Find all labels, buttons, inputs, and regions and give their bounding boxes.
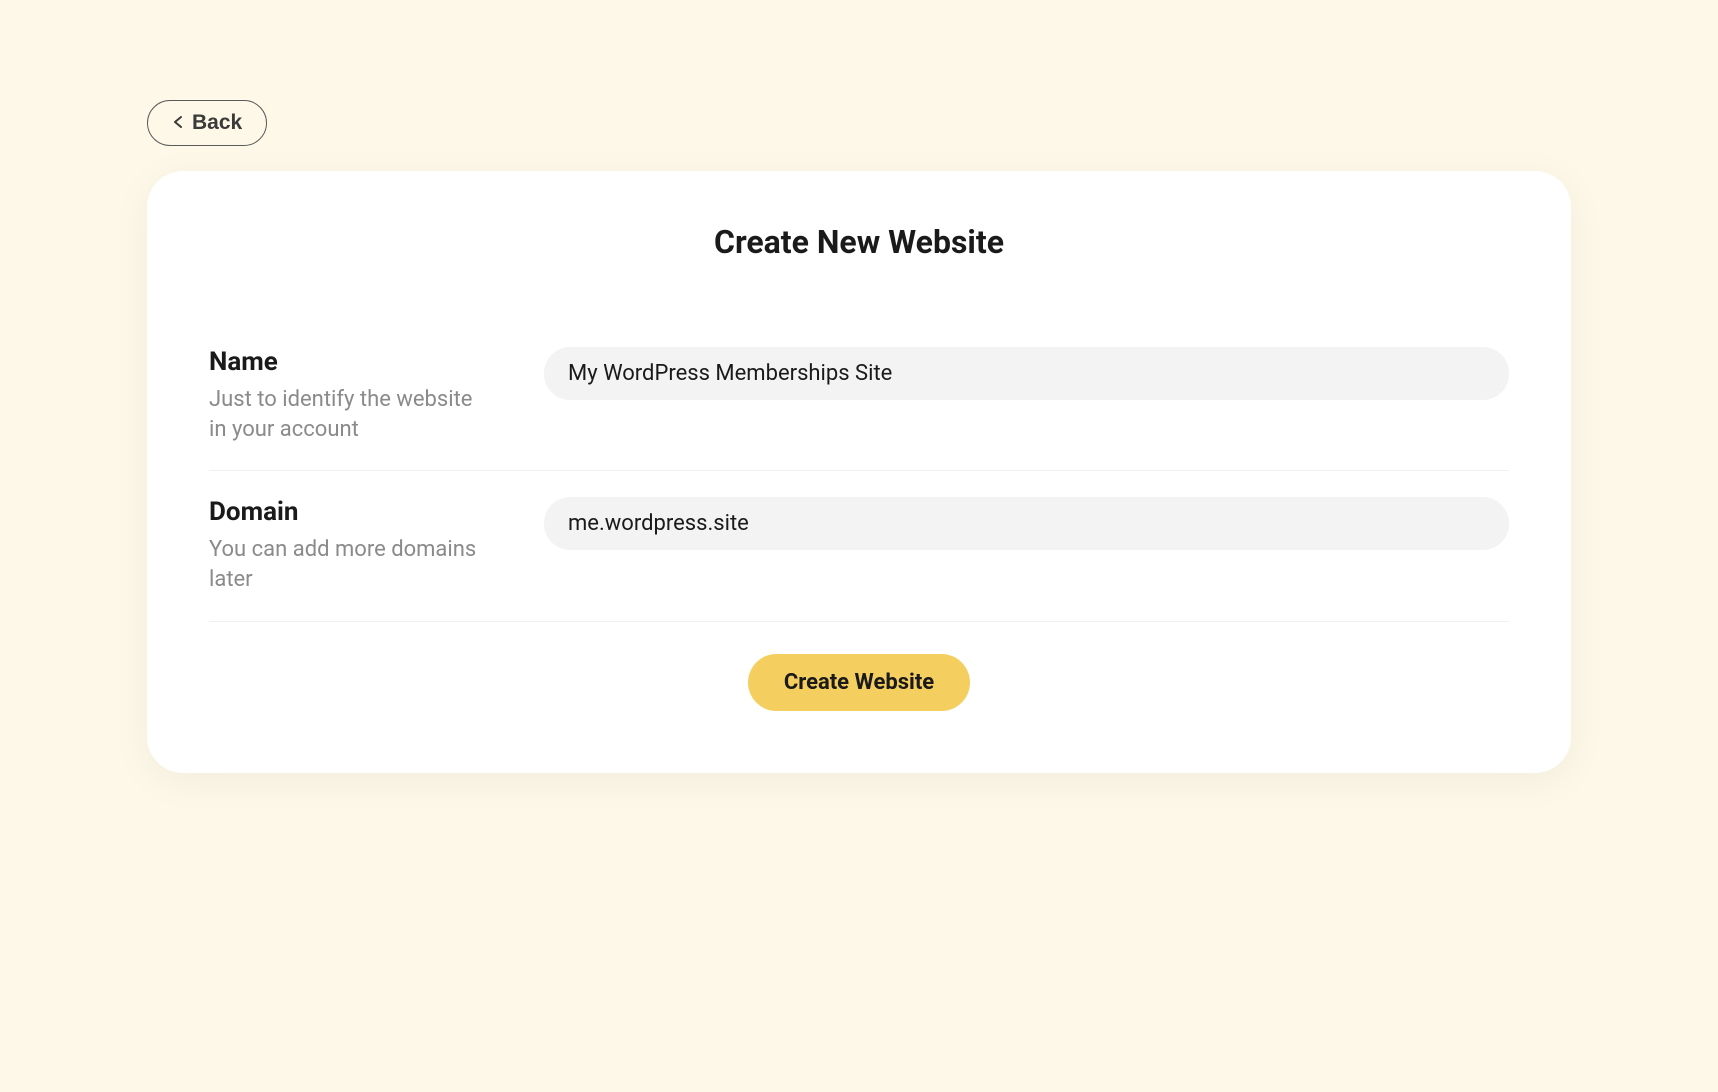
name-input[interactable] xyxy=(544,347,1509,400)
name-label: Name xyxy=(209,347,544,377)
back-button-label: Back xyxy=(192,111,242,135)
create-website-button[interactable]: Create Website xyxy=(748,654,970,711)
domain-input-column xyxy=(544,497,1509,550)
domain-label: Domain xyxy=(209,497,544,527)
domain-label-column: Domain You can add more domains later xyxy=(209,497,544,594)
name-field-row: Name Just to identify the website in you… xyxy=(209,321,1509,471)
domain-field-row: Domain You can add more domains later xyxy=(209,471,1509,621)
card-title: Create New Website xyxy=(209,223,1509,261)
chevron-left-icon xyxy=(172,111,184,135)
create-website-card: Create New Website Name Just to identify… xyxy=(147,171,1571,773)
domain-description: You can add more domains later xyxy=(209,535,489,594)
form-actions: Create Website xyxy=(209,654,1509,711)
domain-input[interactable] xyxy=(544,497,1509,550)
back-button[interactable]: Back xyxy=(147,100,267,146)
name-description: Just to identify the website in your acc… xyxy=(209,385,489,444)
name-input-column xyxy=(544,347,1509,400)
name-label-column: Name Just to identify the website in you… xyxy=(209,347,544,444)
